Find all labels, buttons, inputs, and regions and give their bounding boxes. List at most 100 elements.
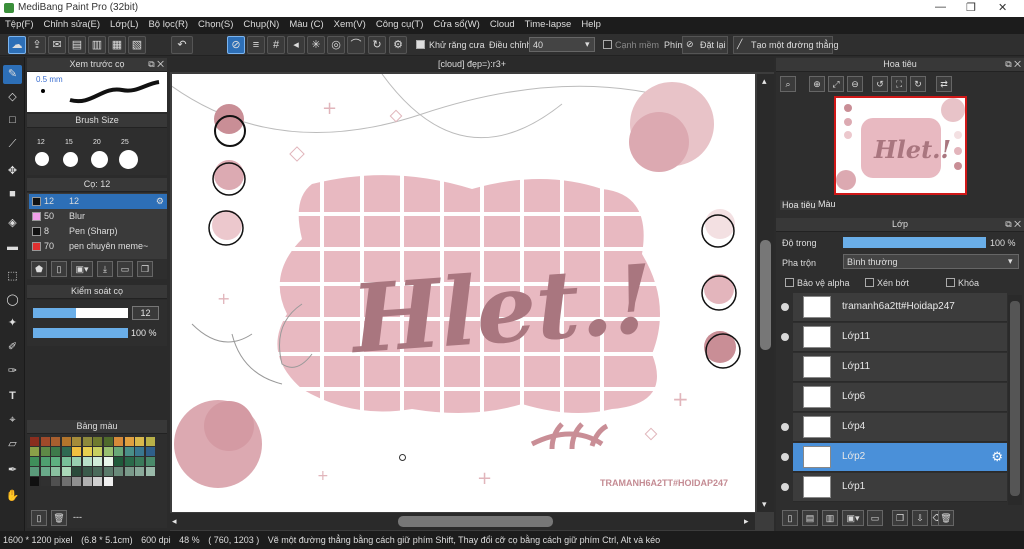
brush-item[interactable]: 12 12 ⚙ [29,194,167,209]
hand-tool-icon[interactable]: ✋ [3,487,22,506]
undo-icon[interactable]: ↶ [171,36,193,54]
palette-swatch[interactable] [61,437,71,446]
palette-swatch[interactable] [93,477,102,486]
brush-item[interactable]: 50 Blur [29,209,167,224]
flip-icon[interactable]: ⇄ [936,76,952,92]
snap-curve-icon[interactable]: ⌒ [347,36,365,54]
palette-swatch[interactable] [72,467,81,476]
palette-swatch[interactable] [145,457,155,466]
operation-tool-icon[interactable]: ⌖ [3,411,22,430]
new-layer-icon[interactable]: ▯ [782,510,798,526]
lock-checkbox[interactable] [946,278,955,287]
zoom-icon[interactable]: ⌕ [780,76,796,92]
add-brush-icon[interactable]: ⬟ [31,261,47,277]
protect-alpha-checkbox[interactable] [785,278,794,287]
menu-tools[interactable]: Công cụ(T) [371,17,429,30]
fit-window-icon[interactable]: ⛶ [891,76,907,92]
new-palette-icon[interactable]: ▯ [31,510,47,526]
palette-swatch[interactable] [114,437,123,446]
size-dot[interactable] [63,152,78,167]
visibility-eye-icon[interactable] [781,453,789,461]
size-25[interactable]: 25 [121,139,129,146]
size-dot[interactable] [35,152,49,166]
palette-swatch[interactable] [103,467,113,476]
select-pen-icon[interactable]: ✐ [3,338,22,357]
snap-parallel-icon[interactable]: ≡ [247,36,265,54]
duplicate-layer-icon[interactable]: ❐ [892,510,908,526]
palette-swatch[interactable] [124,447,134,456]
snap-off-icon[interactable]: ⊘ [227,36,245,54]
palette-swatch[interactable] [82,437,92,446]
palette-swatch[interactable] [51,447,60,456]
snap-perspective-icon[interactable]: ◂ [287,36,305,54]
menu-cloud[interactable]: Cloud [485,17,520,30]
size-20[interactable]: 20 [93,139,101,146]
maximize-button[interactable]: ❐ [966,1,976,14]
popout-icon[interactable]: ⧉ ✕ [148,58,164,71]
palette-swatch[interactable] [51,457,60,466]
palette-swatch[interactable] [135,437,144,446]
menu-edit[interactable]: Chỉnh sửa(E) [39,17,106,30]
palette-swatch[interactable] [114,457,123,466]
palette-swatch[interactable] [145,447,155,456]
menu-timelapse[interactable]: Time-lapse [520,17,577,30]
trash-icon[interactable]: 🗑 [51,510,67,526]
merge-layer-icon[interactable]: ⇩ [912,510,928,526]
palette-swatch[interactable] [103,457,113,466]
palette-swatch[interactable] [40,437,50,446]
adjust-dropdown[interactable]: 40 ▾ [529,37,595,52]
layer-row[interactable]: tramanh6a2tt#Hoidap247 [793,293,1007,322]
layer-row[interactable]: Lớp2 ⚙ [793,443,1007,472]
add-layer-menu-icon[interactable]: ▣▾ [842,510,864,526]
scroll-up-icon[interactable]: ▴ [762,76,767,87]
layer-scroll-thumb[interactable] [1010,301,1020,496]
export-icon[interactable]: ⇪ [28,36,46,54]
palette-swatch[interactable] [82,447,92,456]
layer-row[interactable]: Lớp4 [793,413,1007,442]
palette-swatch[interactable] [72,477,81,486]
palette-swatch[interactable] [40,447,50,456]
size-dot[interactable] [119,150,138,169]
scroll-down-icon[interactable]: ▾ [762,499,767,510]
menu-file[interactable]: Tệp(F) [0,17,39,30]
brush-item[interactable]: 8 Pen (Sharp) [29,224,167,239]
menu-help[interactable]: Help [576,17,606,30]
visibility-eye-icon[interactable] [781,483,789,491]
move-tool-icon[interactable]: ✥ [3,162,22,181]
lasso-tool-icon[interactable]: ◯ [3,291,22,310]
palette-swatch[interactable] [40,457,50,466]
popout-icon[interactable]: ⧉ ✕ [1005,58,1021,71]
visibility-eye-icon[interactable] [781,423,789,431]
download-brush-icon[interactable]: ⤓ [97,261,113,277]
tab-navigator[interactable]: Hoa tiêu [780,200,818,210]
palette-swatch[interactable] [114,447,123,456]
menu-snap[interactable]: Chụp(N) [238,17,284,30]
navigator-preview[interactable]: Hlet.! [834,96,967,195]
palette-swatch[interactable] [30,457,39,466]
tab-color[interactable]: Màu [818,199,836,209]
blend-mode-dropdown[interactable]: Bình thường ▾ [843,254,1019,269]
page-icon[interactable]: ▥ [88,36,106,54]
layer-opacity-slider[interactable] [843,237,986,248]
new-layer-1bit-icon[interactable]: ▥ [822,510,838,526]
layer-row[interactable]: Lớp11 [793,323,1007,352]
layer-row[interactable]: Lớp1 [793,473,1007,502]
rotate-left-icon[interactable]: ↺ [872,76,888,92]
palette-swatch[interactable] [114,467,123,476]
delete-layer-icon[interactable]: 🗑 [938,510,954,526]
rotate-right-icon[interactable]: ↻ [910,76,926,92]
gradient-tool-icon[interactable]: ▬ [3,238,22,257]
vertical-scroll-thumb[interactable] [760,240,771,350]
palette-swatch[interactable] [40,467,50,476]
palette-swatch[interactable] [30,477,39,486]
select-eraser-icon[interactable]: ✑ [3,362,22,381]
opacity-slider[interactable] [33,328,128,338]
palette-swatch[interactable] [103,447,113,456]
popout-icon[interactable]: ⧉ ✕ [1005,218,1021,231]
document-icon[interactable]: ▤ [68,36,86,54]
brush-tool-icon[interactable]: ✎ [3,65,22,84]
menu-layer[interactable]: Lớp(L) [105,17,143,30]
palette-swatch[interactable] [93,467,102,476]
drawing-canvas[interactable]: + + + + + Hlet.! TRAMANH6A2TT#HOIDAP247 [172,74,755,512]
palette-swatch[interactable] [30,437,39,446]
